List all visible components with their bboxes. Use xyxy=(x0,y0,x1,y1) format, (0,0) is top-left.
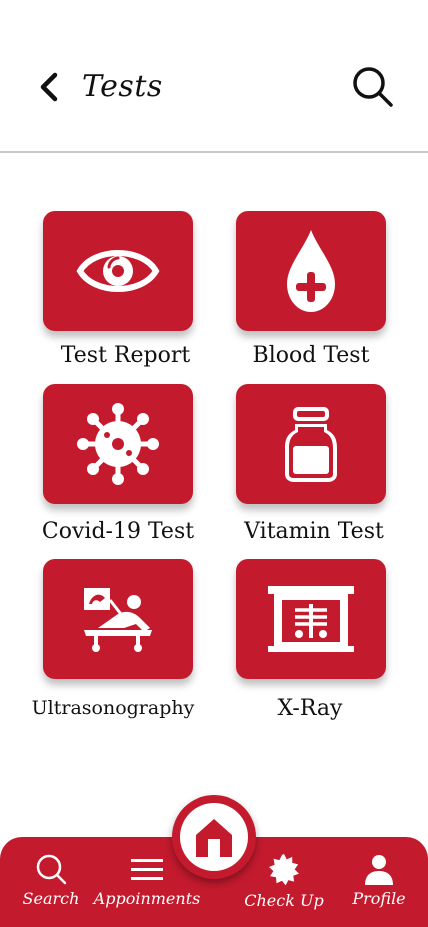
home-button-inner xyxy=(180,803,248,871)
ultrasonography-tile[interactable] xyxy=(43,559,193,679)
nav-checkup-label: Check Up xyxy=(244,891,324,910)
nav-profile-label: Profile xyxy=(352,889,406,908)
virus-icon xyxy=(77,403,159,485)
vitamin-jar-icon xyxy=(285,407,337,482)
badge-icon xyxy=(269,854,299,886)
menu-icon xyxy=(131,859,163,880)
blood-test-tile[interactable] xyxy=(236,211,386,331)
blood-drop-icon xyxy=(287,230,335,312)
home-button[interactable] xyxy=(172,795,256,879)
search-icon xyxy=(353,67,393,107)
ultrasonography-label: Ultrasonography xyxy=(31,697,195,719)
back-button[interactable] xyxy=(30,68,66,106)
chevron-left-icon xyxy=(40,72,58,102)
nav-checkup[interactable]: Check Up xyxy=(244,853,324,910)
xray-icon xyxy=(268,586,354,652)
covid-test-label: Covid-19 Test xyxy=(41,519,195,544)
search-button[interactable] xyxy=(350,64,396,110)
home-icon xyxy=(196,819,232,857)
test-report-tile[interactable] xyxy=(43,211,193,331)
covid-test-tile[interactable] xyxy=(43,384,193,504)
vitamin-test-label: Vitamin Test xyxy=(244,519,384,544)
blood-test-label: Blood Test xyxy=(252,343,370,368)
person-icon xyxy=(365,855,393,885)
ultrasound-icon xyxy=(84,588,152,652)
test-report-label: Test Report xyxy=(60,343,191,368)
vitamin-test-tile[interactable] xyxy=(236,384,386,504)
xray-label: X-Ray xyxy=(277,696,343,721)
nav-search[interactable]: Search xyxy=(20,853,82,908)
search-icon xyxy=(36,854,67,885)
nav-profile[interactable]: Profile xyxy=(350,853,408,908)
xray-tile[interactable] xyxy=(236,559,386,679)
nav-search-label: Search xyxy=(22,889,80,908)
page-title: Tests xyxy=(82,69,163,104)
header: Tests xyxy=(0,0,428,153)
eye-icon xyxy=(76,250,160,292)
nav-appointments-label: Appoinments xyxy=(93,889,201,908)
